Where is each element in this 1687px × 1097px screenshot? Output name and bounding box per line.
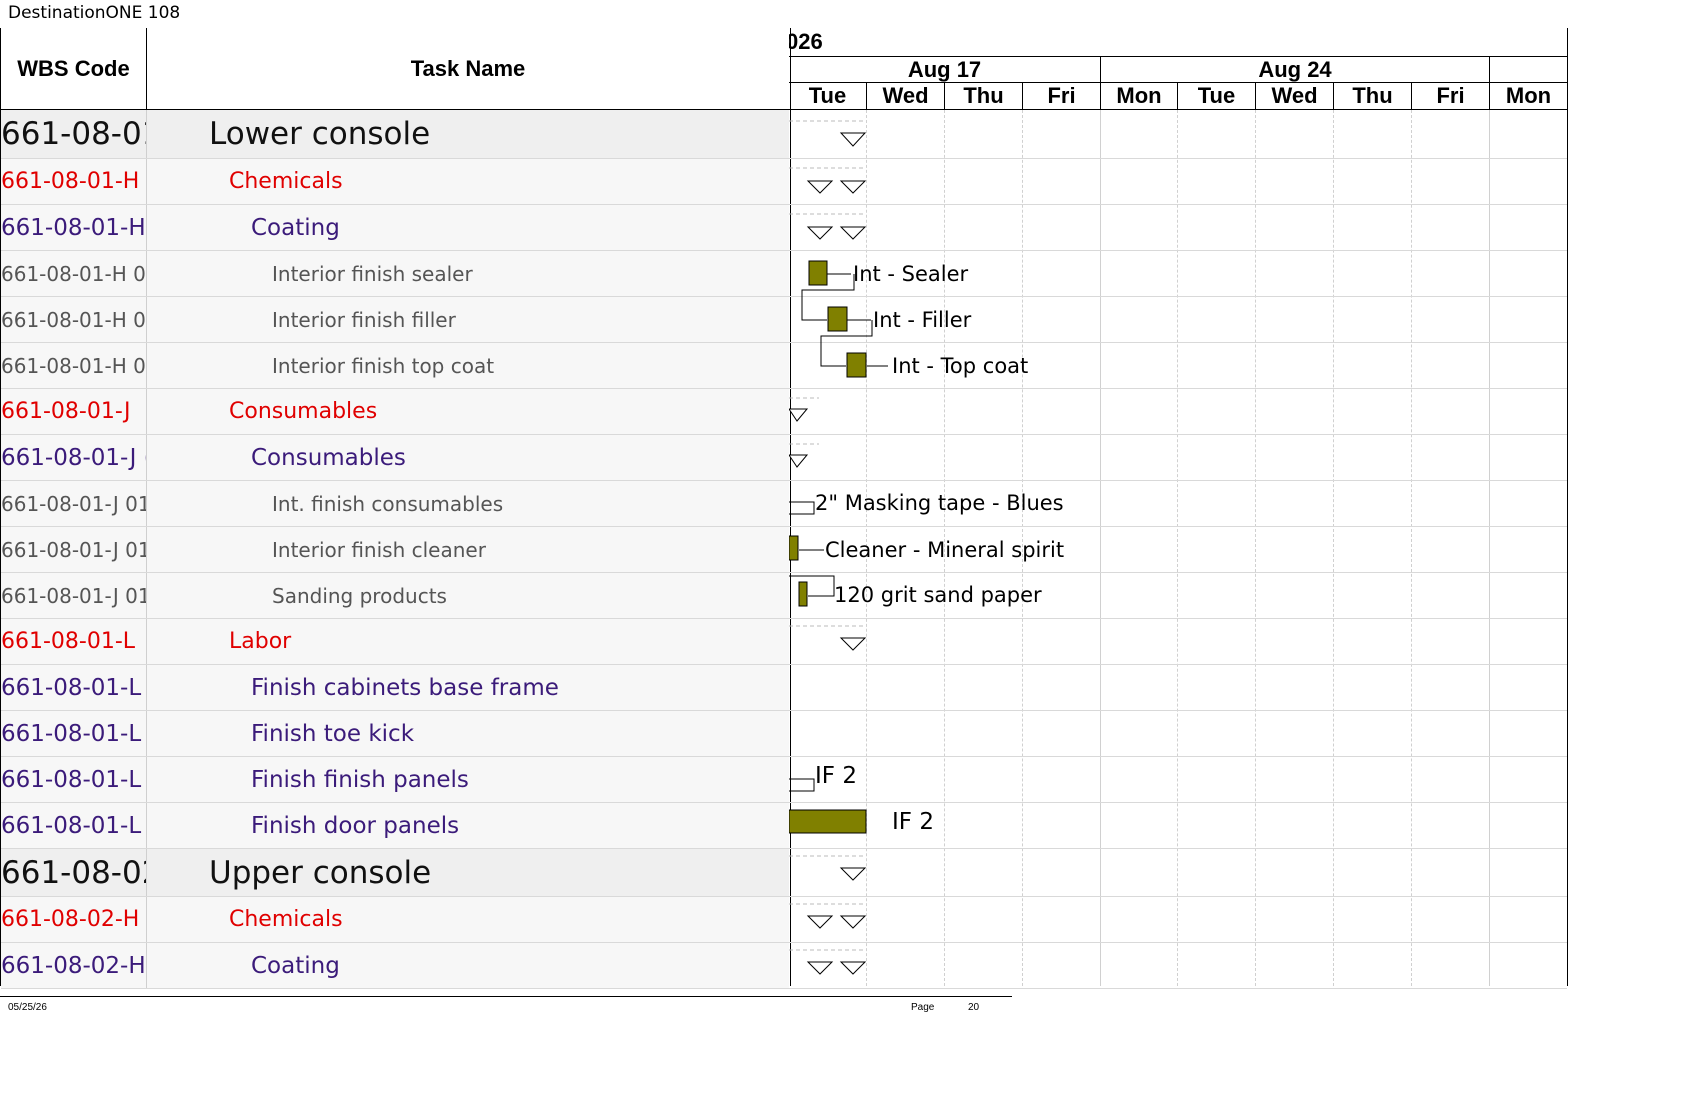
task-name-cell: Interior finish sealer xyxy=(272,261,473,286)
gantt-chart: 026 Aug 17 Aug 24 Tue Wed Thu Fri Mon Tu… xyxy=(789,28,1568,989)
table-row[interactable]: 661-08-01-J 01 Sanding products xyxy=(1,573,789,619)
wbs-code-cell: 661-08-02 xyxy=(1,849,147,896)
task-name-cell: Consumables xyxy=(229,399,378,424)
task-name-cell: Chemicals xyxy=(229,169,343,194)
footer-page-label: Page xyxy=(911,1002,935,1013)
wbs-code-cell: 661-08-01-H 0 xyxy=(1,343,147,388)
bar-label-topcoat: Int - Top coat xyxy=(892,354,1028,378)
gantt-drawing: Int - Sealer Int - Filler Int - Top coat… xyxy=(789,120,1064,975)
wbs-code-cell: 661-08-01-J 01 xyxy=(1,527,147,572)
task-name-cell: Lower console xyxy=(209,116,431,152)
wbs-code-cell: 661-08-01-L xyxy=(1,619,147,664)
table-row[interactable]: 661-08-01-L Labor xyxy=(1,619,789,665)
summary-marker-icon xyxy=(789,408,809,422)
footer-date: 05/25/26 xyxy=(8,1002,47,1013)
summary-marker-icon xyxy=(806,226,834,240)
table-row[interactable]: 661-08-01-H 0 Interior finish top coat xyxy=(1,343,789,389)
table-row[interactable]: 661-08-02-H Coating xyxy=(1,943,789,989)
task-bar-sealer xyxy=(808,260,828,286)
wbs-code-cell: 661-08-01 xyxy=(1,110,147,158)
bar-label-masking: 2" Masking tape - Blues xyxy=(815,491,1064,515)
wbs-code-cell: 661-08-01-J xyxy=(1,389,147,434)
task-name-cell: Finish toe kick xyxy=(251,720,415,747)
task-name-cell: Labor xyxy=(229,629,292,654)
table-row[interactable]: 661-08-01-J Consumables xyxy=(1,389,789,435)
bar-label-filler: Int - Filler xyxy=(873,308,972,332)
task-bar-cleaner xyxy=(789,535,799,561)
table-row[interactable]: 661-08-01-L Finish door panels xyxy=(1,803,789,849)
summary-marker-icon xyxy=(839,867,867,881)
table-row[interactable]: 661-08-02 Upper console xyxy=(1,849,789,897)
bar-label-cleaner: Cleaner - Mineral spirit xyxy=(825,538,1064,562)
task-name-cell: Chemicals xyxy=(229,907,343,932)
summary-marker-icon xyxy=(789,454,809,468)
task-name-cell: Finish door panels xyxy=(251,812,460,839)
table-row[interactable]: 661-08-01-L Finish cabinets base frame xyxy=(1,665,789,711)
summary-marker-icon xyxy=(806,915,834,929)
wbs-code-cell: 661-08-01-J 01 xyxy=(1,481,147,526)
task-bar-topcoat xyxy=(846,352,867,378)
table-row[interactable]: 661-08-01-H Chemicals xyxy=(1,159,789,205)
table-row[interactable]: 661-08-01-J 01 Interior finish cleaner xyxy=(1,527,789,573)
table-row[interactable]: 661-08-01-J ( Consumables xyxy=(1,435,789,481)
task-bar-sandpaper xyxy=(798,581,808,607)
wbs-code-cell: 661-08-01-L xyxy=(1,757,147,802)
summary-marker-icon xyxy=(839,226,867,240)
table-row[interactable]: 661-08-01-H 0 Interior finish sealer xyxy=(1,251,789,297)
footer-divider xyxy=(0,996,1012,997)
wbs-code-header[interactable]: WBS Code xyxy=(1,28,147,110)
wbs-code-cell: 661-08-01-L xyxy=(1,803,147,848)
wbs-code-cell: 661-08-01-H xyxy=(1,205,147,250)
table-row[interactable]: 661-08-01-L Finish finish panels xyxy=(1,757,789,803)
wbs-code-cell: 661-08-02-H xyxy=(1,897,147,942)
summary-marker-icon xyxy=(806,961,834,975)
summary-marker-icon xyxy=(806,180,834,194)
bar-label-door-panels: IF 2 xyxy=(892,809,934,835)
table-row[interactable]: 661-08-01-H Coating xyxy=(1,205,789,251)
bar-label-finish-panels: IF 2 xyxy=(815,763,857,789)
task-bar-door-panels xyxy=(789,809,867,834)
wbs-code-cell: 661-08-01-L xyxy=(1,711,147,756)
summary-marker-icon xyxy=(839,180,867,194)
task-table: WBS Code Task Name 661-08-01 Lower consol… xyxy=(0,28,791,989)
table-row[interactable]: 661-08-02-H Chemicals xyxy=(1,897,789,943)
task-name-cell: Interior finish cleaner xyxy=(272,537,486,562)
wbs-code-cell: 661-08-01-H xyxy=(1,159,147,204)
task-name-cell: Upper console xyxy=(209,854,432,891)
wbs-code-cell: 661-08-01-H 0 xyxy=(1,251,147,296)
wbs-code-cell: 661-08-01-L xyxy=(1,665,147,710)
table-row[interactable]: 661-08-01 Lower console xyxy=(1,110,789,159)
task-name-cell: Sanding products xyxy=(272,583,447,608)
task-name-cell: Finish cabinets base frame xyxy=(251,674,559,701)
task-name-cell: Coating xyxy=(251,214,340,241)
summary-marker-icon xyxy=(839,961,867,975)
table-row[interactable]: 661-08-01-L Finish toe kick xyxy=(1,711,789,757)
wbs-code-cell: 661-08-01-J ( xyxy=(1,435,147,480)
task-name-cell: Consumables xyxy=(251,444,406,471)
table-row[interactable]: 661-08-01-J 01 Int. finish consumables xyxy=(1,481,789,527)
task-name-cell: Interior finish top coat xyxy=(272,353,495,378)
table-row[interactable]: 661-08-01-H 0 Interior finish filler xyxy=(1,297,789,343)
summary-marker-icon xyxy=(839,132,867,147)
task-name-cell: Interior finish filler xyxy=(272,307,456,332)
bar-label-sealer: Int - Sealer xyxy=(853,262,969,286)
wbs-code-cell: 661-08-01-H 0 xyxy=(1,297,147,342)
document-title: DestinationONE 108 xyxy=(8,3,181,23)
summary-marker-icon xyxy=(839,637,867,651)
task-name-cell: Finish finish panels xyxy=(251,766,469,793)
gantt-row-line xyxy=(789,988,1567,989)
task-name-cell: Int. finish consumables xyxy=(272,491,504,516)
summary-marker-icon xyxy=(839,915,867,929)
task-bar-filler xyxy=(827,306,848,332)
footer-page-number: 20 xyxy=(968,1002,980,1013)
task-name-cell: Coating xyxy=(251,952,340,979)
wbs-code-cell: 661-08-01-J 01 xyxy=(1,573,147,618)
task-name-header[interactable]: Task Name xyxy=(147,28,789,110)
bar-label-sandpaper: 120 grit sand paper xyxy=(834,583,1042,607)
wbs-code-cell: 661-08-02-H xyxy=(1,943,147,988)
